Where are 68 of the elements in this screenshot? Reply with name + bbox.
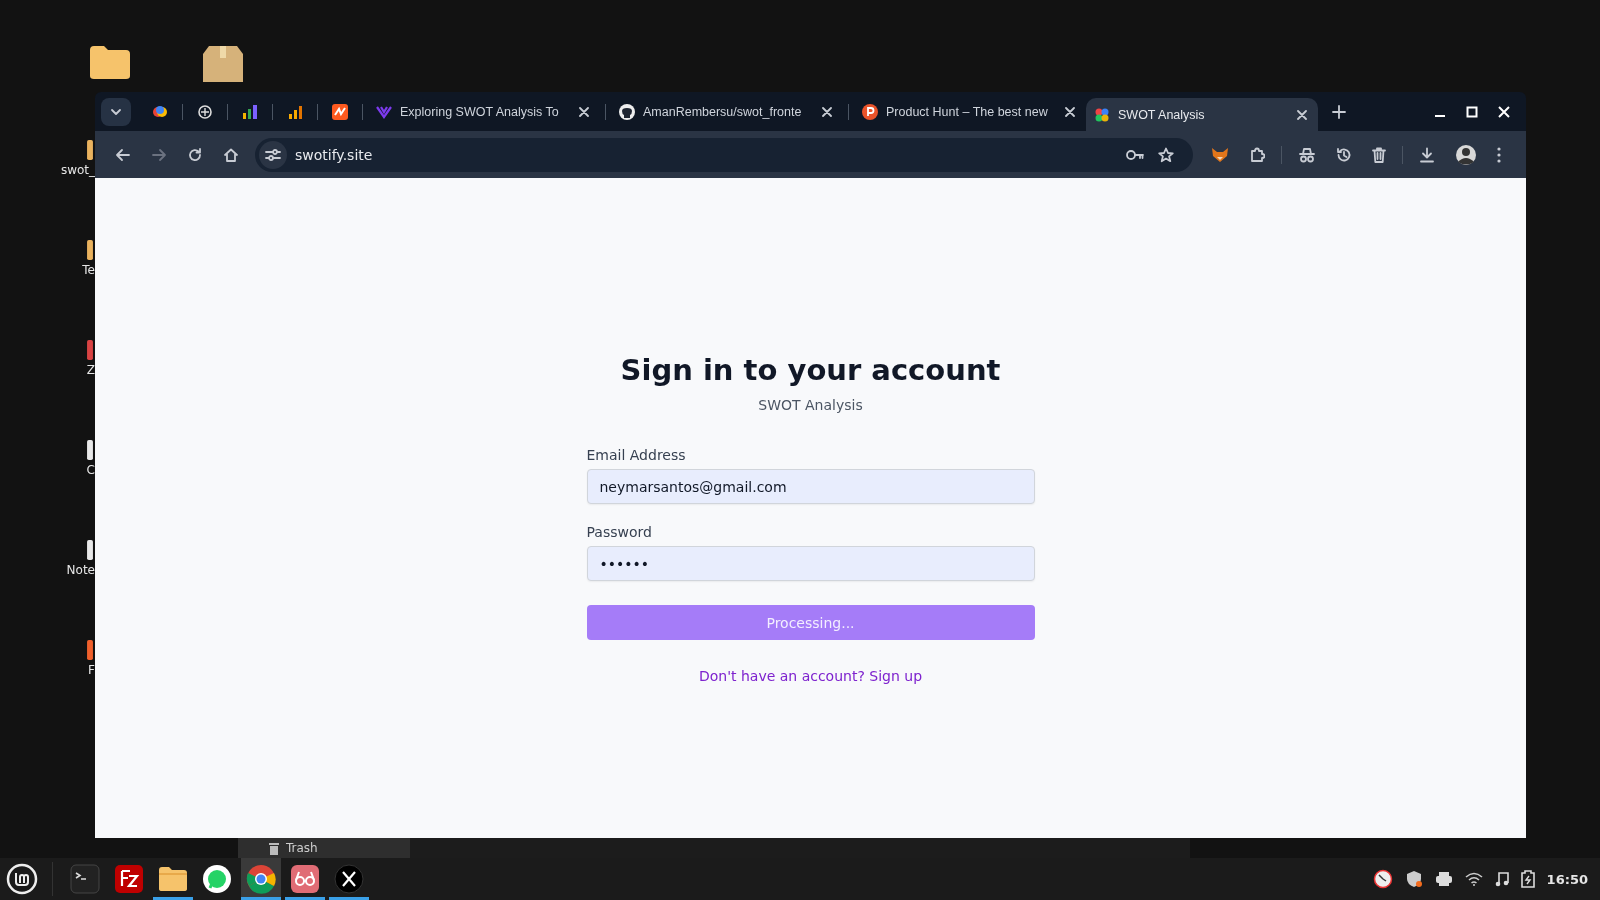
mint-logo-icon[interactable] bbox=[6, 863, 38, 895]
site-settings-icon[interactable] bbox=[265, 147, 281, 162]
reload-icon[interactable] bbox=[187, 146, 203, 163]
site-icon bbox=[241, 102, 259, 121]
history-icon[interactable] bbox=[1336, 146, 1352, 163]
subtitle: SWOT Analysis bbox=[757, 397, 864, 413]
trash-icon[interactable] bbox=[268, 841, 280, 855]
glasses-icon bbox=[290, 864, 320, 894]
maximize-icon[interactable] bbox=[1466, 105, 1478, 118]
download-icon[interactable] bbox=[1419, 146, 1435, 163]
music-note-icon[interactable] bbox=[1494, 871, 1509, 887]
forward-arrow-icon[interactable] bbox=[151, 146, 167, 163]
desktop-icon-label[interactable]: F bbox=[88, 663, 95, 677]
close-icon[interactable] bbox=[1498, 105, 1510, 118]
clock-icon[interactable] bbox=[1372, 869, 1393, 889]
folder-icon bbox=[158, 864, 188, 894]
ftp-client-icon bbox=[114, 864, 144, 894]
password-field[interactable]: •••••• bbox=[586, 546, 1035, 581]
desktop-icon-label[interactable]: swot_ bbox=[60, 163, 95, 177]
tab-list-button[interactable] bbox=[101, 97, 131, 126]
sign-up-link[interactable]: Don't have an account? Sign up bbox=[698, 668, 923, 684]
chat-bubble-icon bbox=[202, 864, 232, 894]
incognito-icon[interactable] bbox=[1298, 146, 1316, 163]
desktop-app-icon[interactable] bbox=[85, 640, 95, 660]
field-label: Password bbox=[586, 524, 652, 540]
url-text: swotify.site bbox=[295, 146, 373, 163]
address-bar[interactable]: swotify.site bbox=[255, 137, 1193, 172]
battery-icon[interactable] bbox=[1520, 870, 1535, 888]
site-icon bbox=[196, 102, 214, 121]
browser-tab[interactable]: Exploring SWOT Analysis To bbox=[368, 92, 600, 131]
clock-time: 16:50 bbox=[1546, 871, 1588, 887]
home-icon[interactable] bbox=[223, 146, 239, 163]
terminal-icon bbox=[70, 864, 100, 894]
desktop-icon-label[interactable]: Z bbox=[86, 363, 95, 377]
desktop-app-icon[interactable] bbox=[85, 240, 95, 260]
shield-icon[interactable] bbox=[1404, 870, 1423, 888]
plus-icon[interactable] bbox=[1332, 104, 1346, 119]
desktop-app-icon[interactable] bbox=[85, 140, 95, 160]
email-field[interactable]: neymarsantos@gmail.com bbox=[586, 469, 1035, 504]
browser-tab[interactable]: SWOT Analysis bbox=[1086, 98, 1318, 131]
sidebar-item[interactable]: Trash bbox=[286, 841, 318, 855]
wifi-icon[interactable] bbox=[1464, 872, 1483, 886]
kebab-menu-icon[interactable] bbox=[1497, 146, 1501, 163]
site-icon bbox=[618, 102, 636, 121]
x-app-icon bbox=[334, 864, 364, 894]
star-icon[interactable] bbox=[1158, 146, 1174, 163]
desktop-app-icon[interactable] bbox=[85, 540, 95, 560]
folder-icon[interactable] bbox=[88, 44, 132, 80]
trash-icon[interactable] bbox=[1372, 146, 1386, 163]
field-label: Email Address bbox=[586, 447, 686, 463]
desktop-app-icon[interactable] bbox=[85, 440, 95, 460]
desktop-icon-label[interactable]: Te bbox=[82, 263, 95, 277]
browser-tab[interactable]: Product Hunt – The best new bbox=[854, 92, 1086, 131]
desktop-icon-label[interactable]: Note bbox=[66, 563, 95, 577]
browser-tab[interactable]: AmanRembersu/swot_fronte bbox=[611, 92, 843, 131]
desktop-icon-label[interactable]: C bbox=[86, 463, 95, 477]
puzzle-piece-icon[interactable] bbox=[1249, 146, 1265, 163]
package-icon[interactable] bbox=[201, 44, 245, 84]
page-heading: Sign in to your account bbox=[619, 353, 1002, 387]
back-arrow-icon[interactable] bbox=[115, 146, 131, 163]
site-icon bbox=[861, 102, 879, 121]
key-icon[interactable] bbox=[1126, 148, 1144, 161]
browser-icon bbox=[246, 864, 276, 894]
printer-icon[interactable] bbox=[1434, 871, 1453, 887]
fox-icon[interactable] bbox=[1211, 146, 1229, 163]
taskbar-button[interactable] bbox=[241, 858, 281, 900]
avatar-icon[interactable] bbox=[1455, 143, 1477, 166]
site-icon bbox=[331, 102, 349, 121]
